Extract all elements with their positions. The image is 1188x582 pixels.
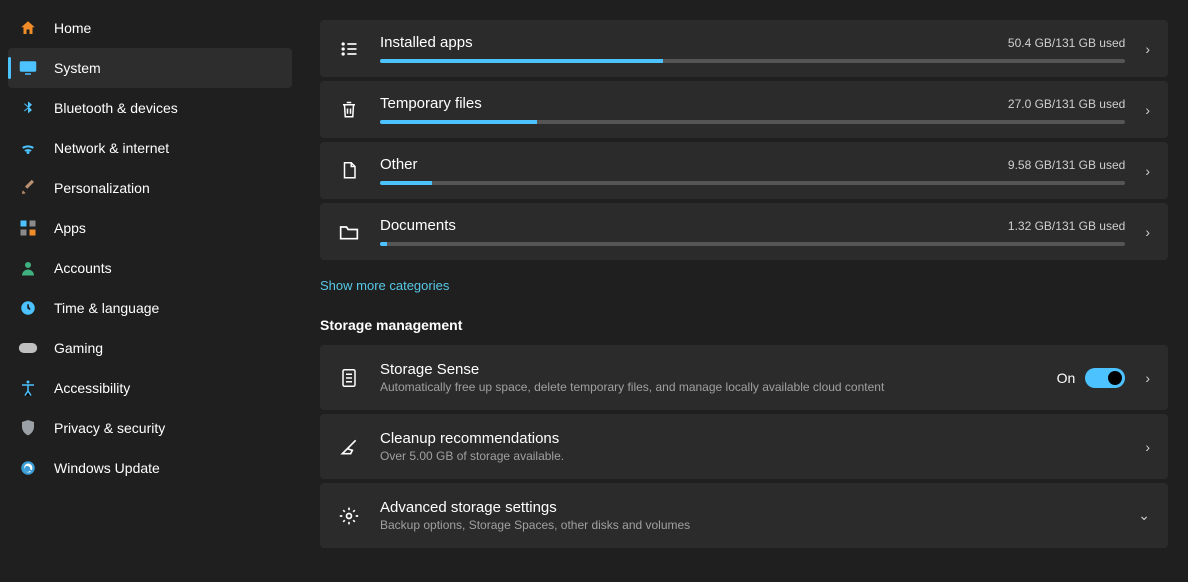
apps-icon: [18, 218, 38, 238]
card-subtitle: Backup options, Storage Spaces, other di…: [380, 518, 1118, 532]
card-subtitle: Automatically free up space, delete temp…: [380, 380, 1037, 394]
sidebar-item-gaming[interactable]: Gaming: [8, 328, 292, 368]
sidebar-item-apps[interactable]: Apps: [8, 208, 292, 248]
chevron-right-icon: ›: [1145, 370, 1150, 386]
sidebar-item-label: System: [54, 60, 101, 76]
progress-fill: [380, 59, 663, 63]
card-title: Cleanup recommendations: [380, 430, 1125, 447]
card-title: Storage Sense: [380, 361, 1037, 378]
sidebar-item-bluetooth[interactable]: Bluetooth & devices: [8, 88, 292, 128]
trash-icon: [338, 99, 360, 121]
storage-icon: [338, 367, 360, 389]
card-title: Advanced storage settings: [380, 499, 1118, 516]
sidebar: Home System Bluetooth & devices Network …: [0, 0, 300, 582]
storage-sense-toggle[interactable]: [1085, 368, 1125, 388]
progress-fill: [380, 242, 387, 246]
section-heading: Storage management: [320, 317, 1168, 333]
bluetooth-icon: [18, 98, 38, 118]
card-subtitle: Over 5.00 GB of storage available.: [380, 449, 1125, 463]
chevron-right-icon: ›: [1145, 224, 1150, 240]
person-icon: [18, 258, 38, 278]
sidebar-item-network[interactable]: Network & internet: [8, 128, 292, 168]
card-title: Documents: [380, 217, 456, 234]
sidebar-item-privacy[interactable]: Privacy & security: [8, 408, 292, 448]
sidebar-item-label: Network & internet: [54, 140, 169, 156]
progress-bar: [380, 242, 1125, 246]
card-title: Other: [380, 156, 418, 173]
card-title: Installed apps: [380, 34, 473, 51]
sidebar-item-label: Time & language: [54, 300, 159, 316]
system-icon: [18, 58, 38, 78]
chevron-right-icon: ›: [1145, 102, 1150, 118]
sidebar-item-time[interactable]: Time & language: [8, 288, 292, 328]
main-content: Installed apps 50.4 GB/131 GB used › Tem…: [300, 0, 1188, 582]
gamepad-icon: [18, 338, 38, 358]
chevron-right-icon: ›: [1145, 163, 1150, 179]
accessibility-icon: [18, 378, 38, 398]
sidebar-item-label: Home: [54, 20, 91, 36]
chevron-right-icon: ›: [1145, 439, 1150, 455]
progress-bar: [380, 181, 1125, 185]
broom-icon: [338, 436, 360, 458]
sidebar-item-accounts[interactable]: Accounts: [8, 248, 292, 288]
storage-card-other[interactable]: Other 9.58 GB/131 GB used ›: [320, 142, 1168, 199]
folder-icon: [338, 221, 360, 243]
sidebar-item-label: Accounts: [54, 260, 112, 276]
progress-fill: [380, 120, 537, 124]
sidebar-item-personalization[interactable]: Personalization: [8, 168, 292, 208]
list-icon: [338, 38, 360, 60]
mgmt-card-storage-sense[interactable]: Storage Sense Automatically free up spac…: [320, 345, 1168, 410]
chevron-right-icon: ›: [1145, 41, 1150, 57]
show-more-link[interactable]: Show more categories: [320, 278, 449, 293]
sidebar-item-label: Accessibility: [54, 380, 130, 396]
storage-card-documents[interactable]: Documents 1.32 GB/131 GB used ›: [320, 203, 1168, 260]
clock-icon: [18, 298, 38, 318]
home-icon: [18, 18, 38, 38]
sidebar-item-label: Windows Update: [54, 460, 160, 476]
sidebar-item-home[interactable]: Home: [8, 8, 292, 48]
sidebar-item-label: Bluetooth & devices: [54, 100, 178, 116]
card-usage: 9.58 GB/131 GB used: [1008, 158, 1125, 172]
card-usage: 27.0 GB/131 GB used: [1008, 97, 1125, 111]
card-title: Temporary files: [380, 95, 482, 112]
file-icon: [338, 160, 360, 182]
storage-card-temporary-files[interactable]: Temporary files 27.0 GB/131 GB used ›: [320, 81, 1168, 138]
card-usage: 1.32 GB/131 GB used: [1008, 219, 1125, 233]
sidebar-item-accessibility[interactable]: Accessibility: [8, 368, 292, 408]
chevron-down-icon: ⌄: [1138, 507, 1150, 524]
sidebar-item-system[interactable]: System: [8, 48, 292, 88]
storage-card-installed-apps[interactable]: Installed apps 50.4 GB/131 GB used ›: [320, 20, 1168, 77]
progress-bar: [380, 59, 1125, 63]
toggle-state-label: On: [1057, 370, 1076, 386]
sidebar-item-label: Apps: [54, 220, 86, 236]
sidebar-item-label: Gaming: [54, 340, 103, 356]
mgmt-card-advanced[interactable]: Advanced storage settings Backup options…: [320, 483, 1168, 548]
card-usage: 50.4 GB/131 GB used: [1008, 36, 1125, 50]
progress-bar: [380, 120, 1125, 124]
wifi-icon: [18, 138, 38, 158]
brush-icon: [18, 178, 38, 198]
shield-icon: [18, 418, 38, 438]
sidebar-item-label: Personalization: [54, 180, 150, 196]
sidebar-item-label: Privacy & security: [54, 420, 165, 436]
progress-fill: [380, 181, 432, 185]
update-icon: [18, 458, 38, 478]
mgmt-card-cleanup[interactable]: Cleanup recommendations Over 5.00 GB of …: [320, 414, 1168, 479]
sidebar-item-update[interactable]: Windows Update: [8, 448, 292, 488]
gear-icon: [338, 505, 360, 527]
